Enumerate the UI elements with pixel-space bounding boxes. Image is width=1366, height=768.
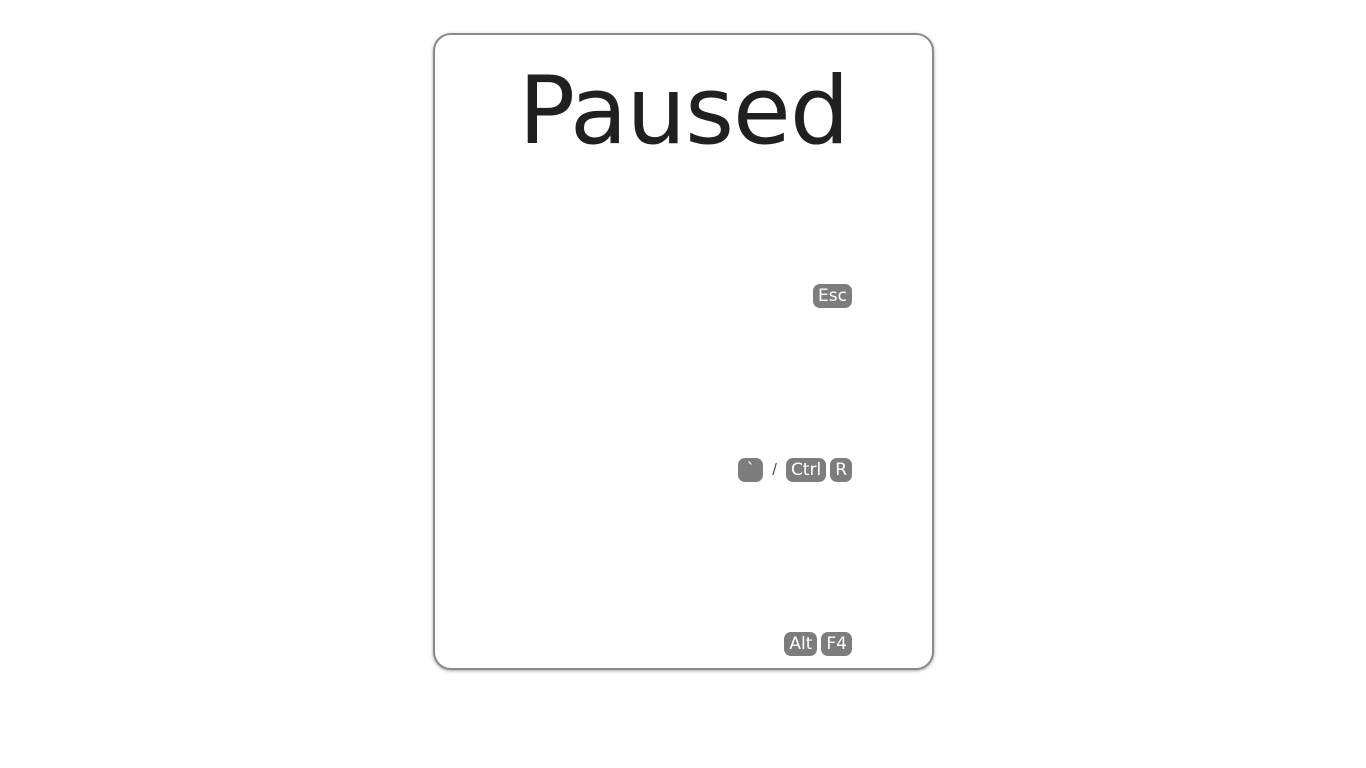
resume-option[interactable]: Esc	[465, 283, 852, 309]
pause-menu-panel: Paused Esc ` / Ctrl R Alt F4	[433, 33, 934, 670]
f4-key: F4	[821, 632, 852, 656]
r-key: R	[830, 458, 852, 482]
resume-shortcut: Esc	[813, 284, 852, 308]
quit-option[interactable]: Alt F4	[465, 631, 852, 657]
quit-shortcut: Alt F4	[784, 632, 852, 656]
backtick-key: `	[738, 458, 764, 482]
shortcut-separator: /	[772, 460, 777, 479]
ctrl-key: Ctrl	[785, 458, 827, 482]
restart-shortcut: ` / Ctrl R	[738, 458, 852, 482]
esc-key: Esc	[813, 284, 852, 308]
alt-key: Alt	[784, 632, 818, 656]
restart-option[interactable]: ` / Ctrl R	[465, 457, 852, 483]
pause-title: Paused	[518, 57, 849, 166]
